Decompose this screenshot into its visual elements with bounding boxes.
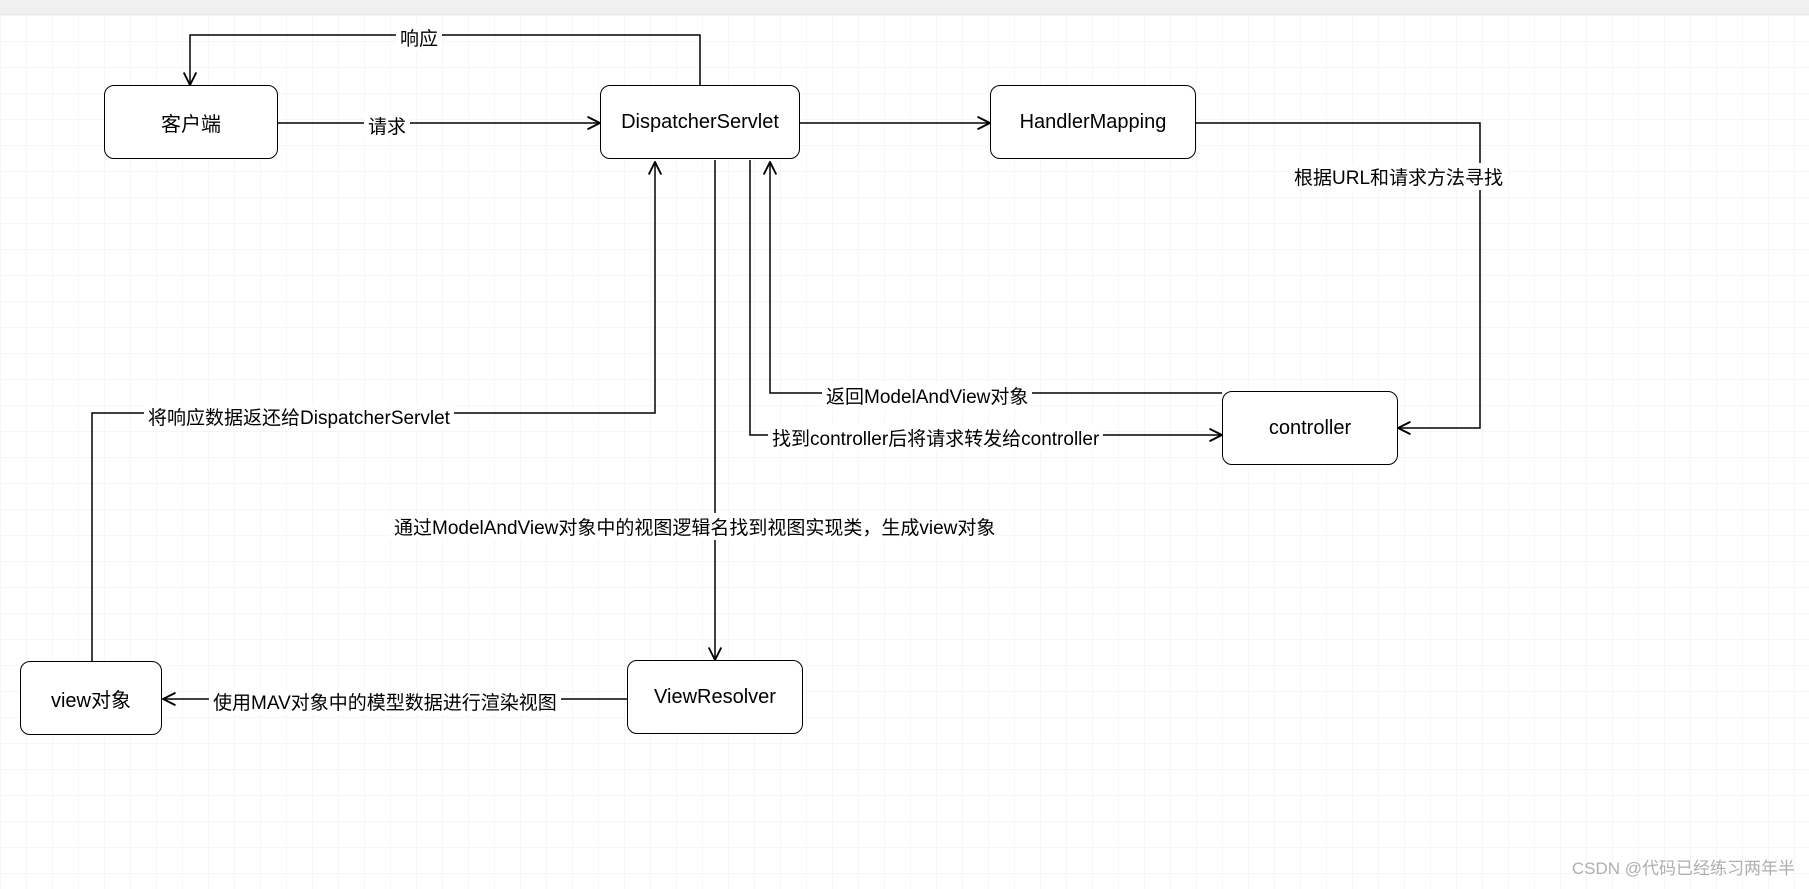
edge-label-request: 请求 [364, 112, 410, 139]
node-dispatcher-servlet-label: DispatcherServlet [621, 111, 779, 134]
node-view-object-label: view对象 [51, 684, 131, 713]
diagram-canvas: 客户端 DispatcherServlet HandlerMapping con… [0, 15, 1809, 889]
edge-label-response: 响应 [396, 24, 442, 51]
edge-label-return-mav: 返回ModelAndView对象 [822, 382, 1032, 409]
node-handler-mapping-label: HandlerMapping [1020, 111, 1167, 134]
edge-label-render-view: 使用MAV对象中的模型数据进行渲染视图 [209, 688, 561, 715]
node-dispatcher-servlet: DispatcherServlet [600, 85, 800, 159]
edge-label-forward-to-controller: 找到controller后将请求转发给controller [768, 424, 1103, 451]
edge-response [190, 35, 700, 85]
edge-label-find-by-url: 根据URL和请求方法寻找 [1290, 163, 1507, 190]
node-controller-label: controller [1269, 417, 1351, 440]
node-view-object: view对象 [20, 661, 162, 735]
edge-return-mav [770, 162, 1222, 393]
node-handler-mapping: HandlerMapping [990, 85, 1196, 159]
node-controller: controller [1222, 391, 1398, 465]
edge-label-return-to-dispatcher: 将响应数据返还给DispatcherServlet [144, 403, 454, 430]
watermark: CSDN @代码已经练习两年半 [1572, 854, 1795, 879]
node-client-label: 客户端 [161, 108, 221, 137]
edge-label-mav-to-view: 通过ModelAndView对象中的视图逻辑名找到视图实现类，生成view对象 [390, 513, 999, 540]
node-client: 客户端 [104, 85, 278, 159]
node-view-resolver: ViewResolver [627, 660, 803, 734]
editor-top-bar [0, 0, 1809, 15]
node-view-resolver-label: ViewResolver [654, 686, 776, 709]
